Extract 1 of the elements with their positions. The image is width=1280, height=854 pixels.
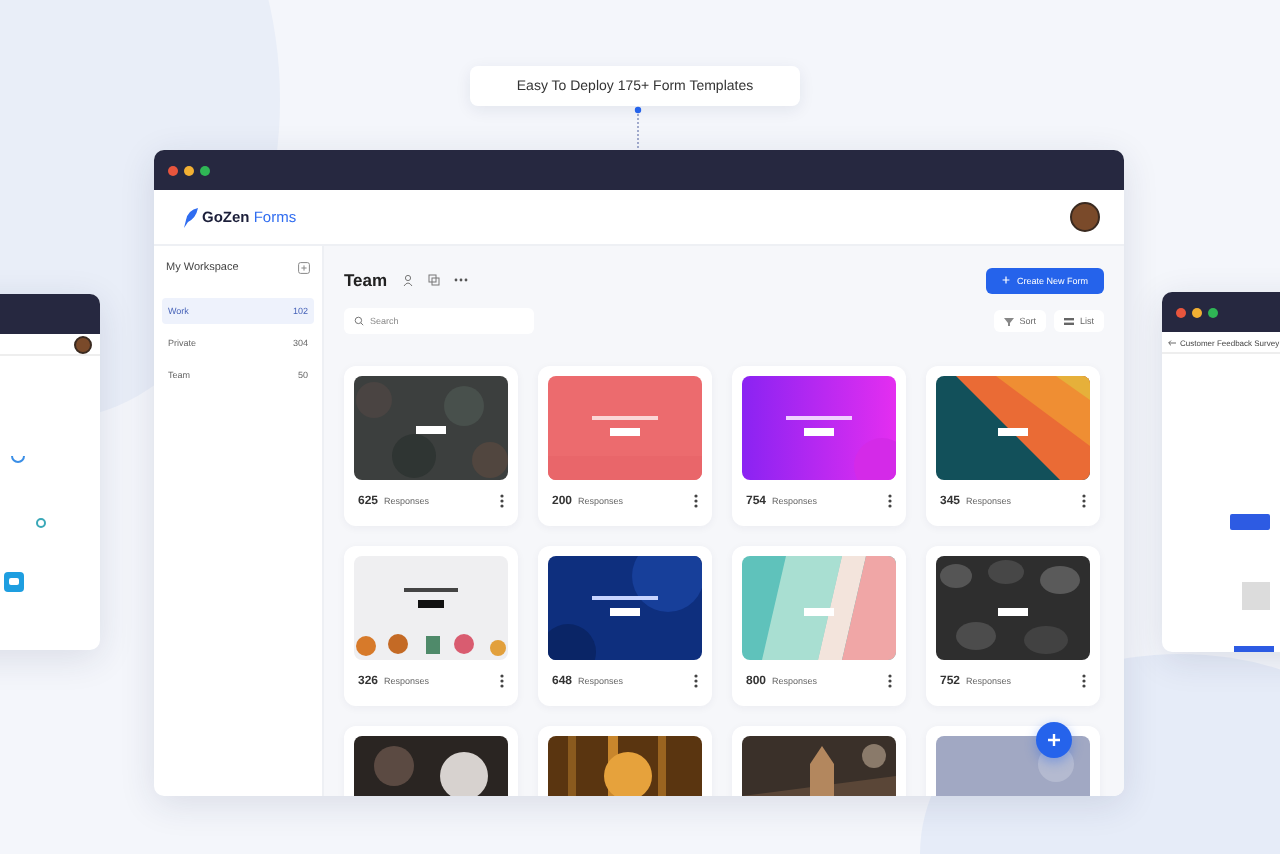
page-title: Team xyxy=(344,270,388,290)
